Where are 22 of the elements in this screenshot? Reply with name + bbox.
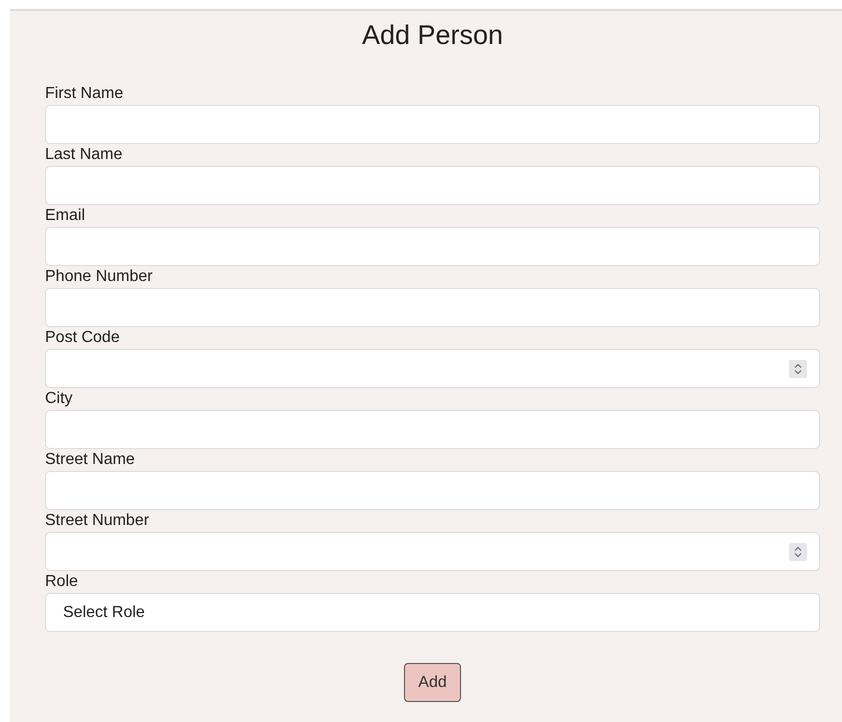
select-field[interactable]: Select Role (45, 593, 820, 632)
field-label: City (45, 389, 74, 409)
field-label: Role (45, 572, 79, 592)
field-label: Street Name (45, 450, 136, 470)
field-label: Street Number (45, 511, 150, 531)
spinner-icon[interactable] (789, 360, 807, 378)
field-label: Post Code (45, 328, 121, 348)
spinner-icon[interactable] (789, 542, 807, 560)
add-button[interactable]: Add (404, 663, 461, 702)
input-field[interactable] (45, 105, 820, 144)
input-field[interactable] (45, 471, 820, 510)
form-title: Add Person (360, 19, 504, 52)
field-label: Last Name (45, 145, 124, 165)
number-field[interactable] (45, 532, 820, 571)
number-field[interactable] (45, 349, 820, 388)
field-label: Email (45, 206, 86, 226)
input-field[interactable] (45, 227, 820, 266)
field-label: First Name (45, 84, 124, 104)
input-field[interactable] (45, 166, 820, 205)
field-label: Phone Number (45, 267, 154, 287)
input-field[interactable] (45, 288, 820, 327)
input-field[interactable] (45, 410, 820, 449)
